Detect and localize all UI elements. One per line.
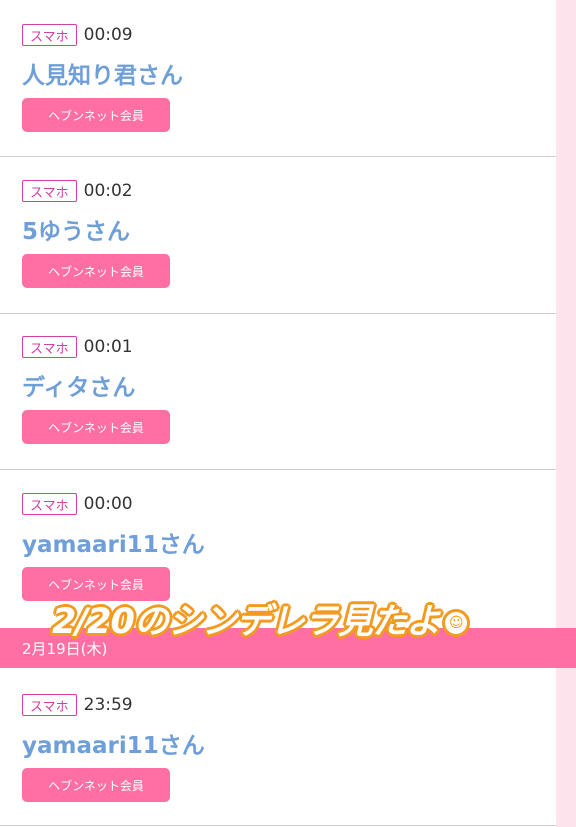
sticker-caption: 2/20のシンデレラ見たよ ☺ <box>52 593 470 644</box>
visit-time: 00:00 <box>83 494 133 514</box>
visitor-name[interactable]: yamaari11さん <box>22 726 205 760</box>
member-badge-button[interactable]: ヘブンネット会員 <box>22 98 170 132</box>
list-item: スマホ 23:59 yamaari11さん ヘブンネット会員 <box>0 668 556 826</box>
device-badge: スマホ <box>22 24 77 46</box>
visit-time: 00:09 <box>83 25 133 45</box>
device-badge: スマホ <box>22 180 77 202</box>
visitor-name[interactable]: 人見知り君さん <box>22 56 183 90</box>
list-item: スマホ 00:09 人見知り君さん ヘブンネット会員 <box>0 0 556 157</box>
device-badge: スマホ <box>22 493 77 515</box>
visitor-name[interactable]: yamaari11さん <box>22 525 205 559</box>
sticker-caption-text: 2/20のシンデレラ見たよ <box>52 602 441 642</box>
visit-time: 23:59 <box>83 695 133 715</box>
visitor-name[interactable]: 5ゆうさん <box>22 212 130 246</box>
device-badge: スマホ <box>22 336 77 358</box>
member-badge-button[interactable]: ヘブンネット会員 <box>22 254 170 288</box>
device-badge: スマホ <box>22 694 77 716</box>
list-item: スマホ 00:02 5ゆうさん ヘブンネット会員 <box>0 157 556 314</box>
side-decoration <box>556 0 576 827</box>
member-badge-button[interactable]: ヘブンネット会員 <box>22 768 170 802</box>
smile-icon: ☺ <box>441 609 470 637</box>
visitor-name[interactable]: ディタさん <box>22 368 135 402</box>
visit-time: 00:01 <box>83 337 133 357</box>
list-item: スマホ 00:01 ディタさん ヘブンネット会員 <box>0 314 556 470</box>
visit-time: 00:02 <box>83 181 133 201</box>
visitor-list: スマホ 00:09 人見知り君さん ヘブンネット会員 スマホ 00:02 5ゆう… <box>0 0 556 827</box>
member-badge-button[interactable]: ヘブンネット会員 <box>22 410 170 444</box>
